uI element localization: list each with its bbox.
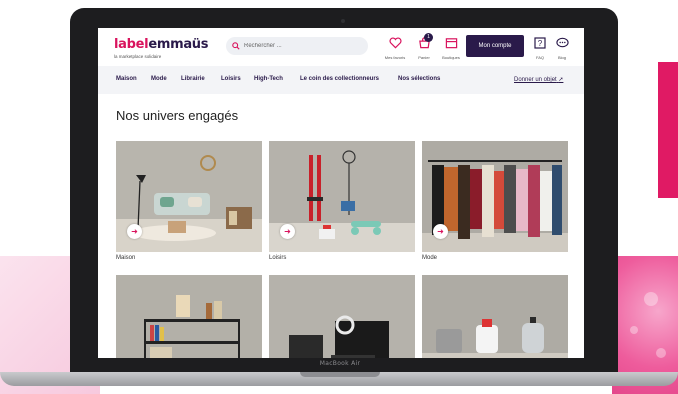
category-image-librairie <box>116 275 262 358</box>
section-title: Nos univers engagés <box>116 108 239 123</box>
shops-link[interactable]: Boutiques <box>436 36 466 60</box>
favorites-link[interactable]: Mes favoris <box>380 36 410 60</box>
shops-label: Boutiques <box>442 55 460 60</box>
nav-item-loisirs[interactable]: Loisirs <box>221 76 241 82</box>
site-header: labelemmaüs la marketplace solidaire Mes… <box>98 28 584 66</box>
nav-item-selections[interactable]: Nos sélections <box>398 76 440 82</box>
site-logo[interactable]: labelemmaüs la marketplace solidaire <box>114 35 208 59</box>
browser-screen: labelemmaüs la marketplace solidaire Mes… <box>98 28 584 358</box>
category-card-librairie[interactable] <box>116 275 262 358</box>
blog-link[interactable]: Blog <box>551 36 573 60</box>
chat-icon <box>555 37 569 48</box>
nav-item-maison[interactable]: Maison <box>116 76 137 82</box>
search-icon <box>232 42 240 50</box>
device-label: MacBook Air <box>319 360 361 367</box>
category-card-high-tech[interactable] <box>269 275 415 358</box>
donate-label: Donner un objet <box>514 77 557 83</box>
arrow-right-icon: ➜ <box>437 226 444 236</box>
calendar-icon <box>445 38 457 49</box>
category-card-maison[interactable]: ➜ Maison <box>116 141 262 261</box>
nav-item-high-tech[interactable]: High-Tech <box>254 76 283 82</box>
category-image-maison: ➜ <box>116 141 262 252</box>
category-image-mode: ➜ <box>422 141 568 252</box>
stage: MacBook Air labelemmaüs la marketplace s… <box>0 0 678 394</box>
svg-text:?: ? <box>538 39 543 48</box>
logo-text-label: label <box>114 37 149 52</box>
faq-link[interactable]: ? FAQ <box>529 36 551 60</box>
logo-text-emmaus: emmaüs <box>148 37 209 52</box>
nav-item-mode[interactable]: Mode <box>151 76 167 82</box>
arrow-button[interactable]: ➜ <box>127 224 142 239</box>
category-card-loisirs[interactable]: ➜ Loisirs <box>269 141 415 261</box>
arrow-button[interactable]: ➜ <box>433 224 448 239</box>
arrow-right-icon: ➜ <box>131 226 138 236</box>
heart-icon <box>388 37 402 49</box>
search-bar[interactable] <box>226 37 368 55</box>
category-image-electromenager <box>422 275 568 358</box>
category-label: Maison <box>116 255 136 261</box>
arrow-button[interactable]: ➜ <box>280 224 295 239</box>
cart-label: Panier <box>418 55 430 60</box>
nav-item-collectionneurs[interactable]: Le coin des collectionneurs <box>300 76 379 82</box>
faq-label: FAQ <box>535 55 544 60</box>
category-image-loisirs: ➜ <box>269 141 415 252</box>
accent-bar <box>658 62 678 198</box>
logo-tagline: la marketplace solidaire <box>114 54 162 59</box>
arrow-icon: ➚ <box>558 77 564 83</box>
cart-count-badge: 1 <box>424 33 433 42</box>
favorites-label: Mes favoris <box>384 55 406 60</box>
category-label: Mode <box>422 255 438 261</box>
category-label: Loisirs <box>269 255 287 261</box>
category-card-mode[interactable]: ➜ Mode <box>422 141 568 261</box>
category-image-high-tech <box>269 275 415 358</box>
laptop-notch <box>300 372 380 377</box>
category-card-electromenager[interactable] <box>422 275 568 358</box>
help-icon: ? <box>534 37 546 49</box>
donate-link[interactable]: Donner un objet ➚ <box>514 76 563 83</box>
main-nav: Maison Mode Librairie Loisirs High-Tech … <box>98 66 584 94</box>
camera-dot <box>341 19 345 23</box>
arrow-right-icon: ➜ <box>284 226 291 236</box>
account-button[interactable]: Mon compte <box>466 35 524 57</box>
cart-link[interactable]: 1 Panier <box>409 33 439 60</box>
blog-label: Blog <box>557 55 566 60</box>
search-input[interactable] <box>244 43 354 49</box>
nav-item-librairie[interactable]: Librairie <box>181 76 205 82</box>
